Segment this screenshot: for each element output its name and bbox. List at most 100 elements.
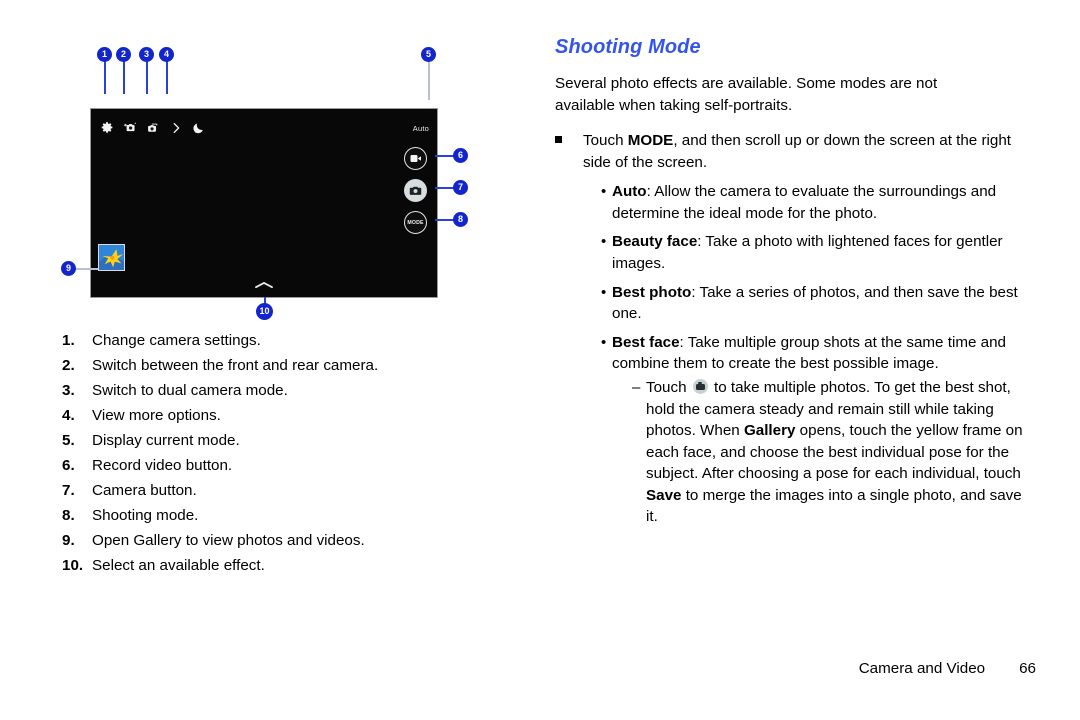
effects-chevron-up-icon[interactable] — [253, 280, 275, 290]
legend-number: 5. — [62, 431, 75, 449]
chevron-right-icon[interactable] — [169, 121, 183, 135]
callout-5: 5 — [421, 47, 436, 62]
legend-text: Select an available effect. — [92, 556, 265, 574]
dot-bullet-icon: • — [601, 333, 607, 351]
legend-number: 8. — [62, 506, 75, 524]
gallery-thumbnail-image — [99, 245, 124, 270]
legend-number: 6. — [62, 456, 75, 474]
mode-description: Auto: Allow the camera to evaluate the s… — [612, 181, 1025, 224]
list-item: 3. Switch to dual camera mode. — [62, 382, 502, 399]
best-face-detail-list: – Touch to take multiple photos. To get … — [632, 377, 1025, 528]
record-video-button[interactable] — [404, 147, 427, 170]
callout-4: 4 — [159, 47, 174, 62]
main-bullet-item: Touch MODE, and then scroll up or down t… — [555, 130, 1025, 173]
mode-name: Best photo — [612, 283, 692, 301]
section-intro-text: Several photo effects are available. Som… — [555, 75, 938, 114]
legend-number: 2. — [62, 356, 75, 374]
video-camera-icon — [410, 155, 421, 162]
callout-leader-4 — [166, 60, 168, 94]
mode-options-list: • Auto: Allow the camera to evaluate the… — [601, 181, 1025, 528]
legend-text: Switch to dual camera mode. — [92, 381, 288, 399]
best-face-detail-text: Touch to take multiple photos. To get th… — [646, 377, 1025, 528]
detail-part-4: to merge the images into a single photo,… — [646, 486, 1022, 526]
dot-bullet-icon: • — [601, 183, 607, 201]
switch-camera-icon[interactable] — [123, 121, 137, 135]
left-column: Auto MODE 1 2 3 4 5 6 7 8 9 10 1. Change… — [0, 0, 520, 720]
current-mode-label: Auto — [412, 124, 429, 133]
callout-3: 3 — [139, 47, 154, 62]
camera-shutter-button[interactable] — [404, 179, 427, 202]
detail-bold-save: Save — [646, 486, 682, 504]
night-mode-icon[interactable] — [192, 121, 206, 135]
callout-leader-6 — [435, 155, 455, 157]
square-bullet-icon — [555, 130, 583, 173]
legend-number: 10. — [62, 556, 84, 574]
legend-number: 1. — [62, 332, 75, 349]
mode-name: Best face — [612, 333, 680, 351]
list-item: 4. View more options. — [62, 407, 502, 424]
callout-leader-8 — [435, 219, 455, 221]
callout-leader-9 — [76, 268, 98, 270]
legend-text: Change camera settings. — [92, 332, 261, 349]
callout-leader-5 — [428, 60, 430, 100]
main-bullet-text: Touch MODE, and then scroll up or down t… — [583, 130, 1025, 173]
main-bullet-pre: Touch — [583, 132, 628, 150]
legend-text: Display current mode. — [92, 431, 240, 449]
camera-icon — [409, 186, 422, 195]
mode-description: Beauty face: Take a photo with lightened… — [612, 231, 1025, 274]
gallery-thumbnail[interactable] — [98, 244, 125, 271]
mode-name: Beauty face — [612, 233, 698, 251]
camera-preview-figure: Auto MODE — [90, 108, 438, 298]
dash-bullet-icon: – — [632, 378, 641, 396]
detail-bold-gallery: Gallery — [743, 422, 796, 440]
list-item: 2. Switch between the front and rear cam… — [62, 357, 502, 374]
main-bullet-bold: MODE — [627, 132, 674, 150]
callout-6: 6 — [453, 148, 468, 163]
list-item: • Beauty face: Take a photo with lighten… — [601, 231, 1025, 274]
legend-number: 3. — [62, 381, 75, 399]
callout-8: 8 — [453, 212, 468, 227]
list-item: 10. Select an available effect. — [62, 557, 502, 574]
right-column: Shooting Mode Several photo effects are … — [555, 36, 1025, 535]
callout-leader-7 — [435, 187, 455, 189]
list-item: • Best photo: Take a series of photos, a… — [601, 282, 1025, 325]
list-item: 9. Open Gallery to view photos and video… — [62, 532, 502, 549]
camera-toolbar — [100, 121, 206, 135]
shooting-mode-button[interactable]: MODE — [404, 211, 427, 234]
legend-text: Shooting mode. — [92, 506, 199, 524]
callout-leader-2 — [123, 60, 125, 94]
dot-bullet-icon: • — [601, 283, 607, 301]
list-item: 8. Shooting mode. — [62, 507, 502, 524]
legend-text: Record video button. — [92, 456, 233, 474]
legend-text: Open Gallery to view photos and videos. — [92, 531, 365, 549]
callout-2: 2 — [116, 47, 131, 62]
dot-bullet-icon: • — [601, 233, 607, 251]
callout-10: 10 — [256, 303, 273, 320]
mode-description: Best photo: Take a series of photos, and… — [612, 282, 1025, 325]
list-item: • Auto: Allow the camera to evaluate the… — [601, 181, 1025, 224]
list-item: 7. Camera button. — [62, 482, 502, 499]
list-item: 1. Change camera settings. — [62, 332, 502, 349]
callout-1: 1 — [97, 47, 112, 62]
legend-number: 7. — [62, 481, 75, 499]
figure-legend-list: 1. Change camera settings. 2. Switch bet… — [62, 332, 502, 582]
footer-page-number: 66 — [1019, 660, 1036, 677]
footer-section-title: Camera and Video — [858, 660, 986, 677]
list-item: • Best face: Take multiple group shots a… — [601, 332, 1025, 528]
page-footer: Camera and Video 66 — [859, 660, 1036, 677]
section-heading: Shooting Mode — [555, 36, 701, 58]
legend-text: View more options. — [92, 406, 221, 424]
shooting-mode-button-label: MODE — [407, 219, 424, 226]
mode-name: Auto — [612, 183, 647, 201]
legend-number: 4. — [62, 406, 75, 424]
legend-text: Switch between the front and rear camera… — [92, 356, 379, 374]
settings-gear-icon[interactable] — [100, 121, 114, 135]
legend-text: Camera button. — [92, 481, 197, 499]
mode-description: Best face: Take multiple group shots at … — [612, 332, 1025, 528]
dual-camera-icon[interactable] — [146, 121, 160, 135]
detail-part-1: Touch — [646, 378, 691, 396]
legend-number: 9. — [62, 531, 75, 549]
list-item: 6. Record video button. — [62, 457, 502, 474]
callout-leader-3 — [146, 60, 148, 94]
callout-leader-1 — [104, 60, 106, 94]
